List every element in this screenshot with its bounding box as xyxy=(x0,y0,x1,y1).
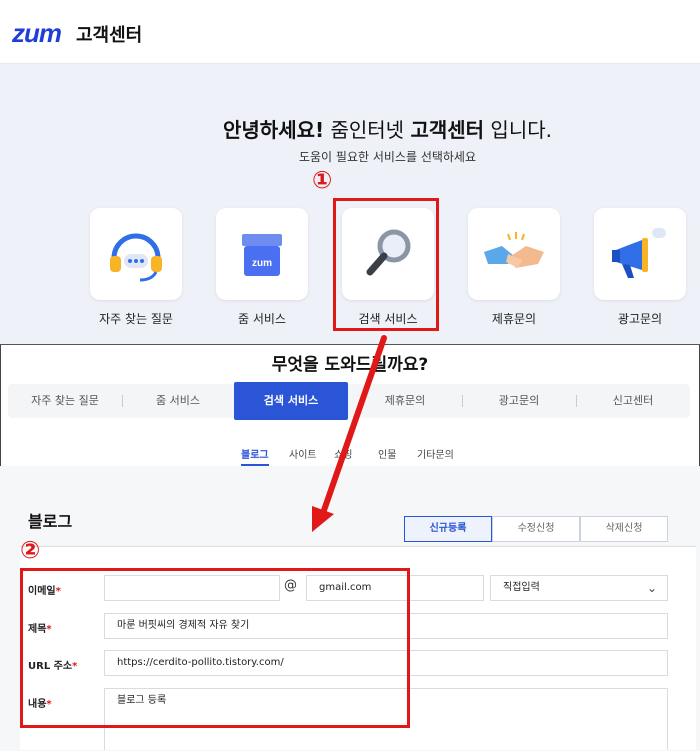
annotation-arrow xyxy=(312,335,387,532)
